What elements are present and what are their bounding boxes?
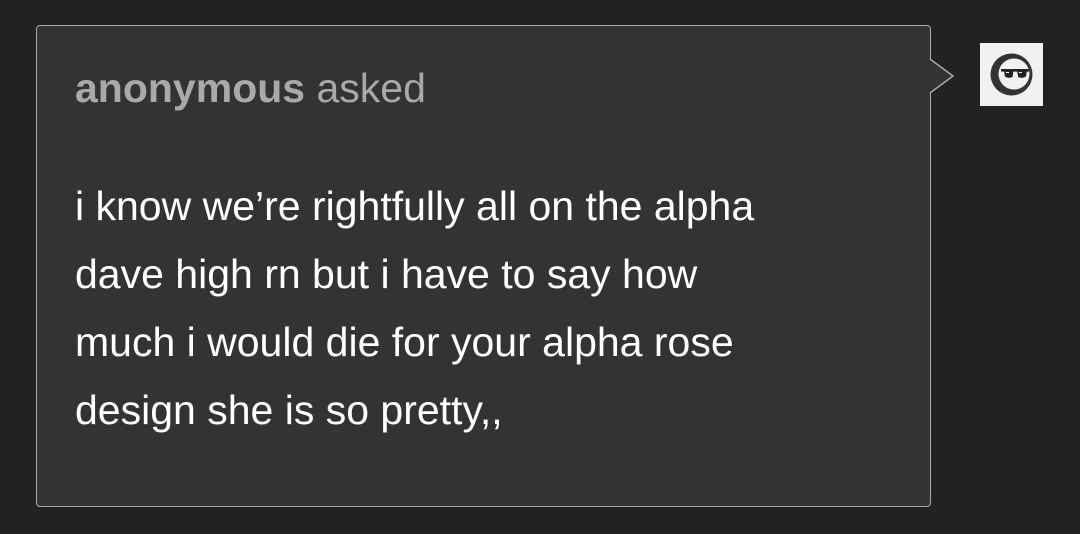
question-line: i know we’re rightfully all on the alpha xyxy=(75,183,755,229)
question-line: dave high rn but i have to say how xyxy=(75,251,698,297)
question-line: design she is so pretty,, xyxy=(75,387,503,433)
bubble-pointer-arrow xyxy=(929,59,955,93)
question-line: much i would die for your alpha rose xyxy=(75,319,734,365)
ask-post: anonymous asked i know we’re rightfully … xyxy=(0,0,1080,534)
anonymous-sunglasses-avatar-icon xyxy=(980,43,1043,106)
asked-label: asked xyxy=(316,65,426,111)
asker-name[interactable]: anonymous xyxy=(75,65,305,111)
ask-header: anonymous asked xyxy=(75,64,426,112)
ask-bubble: anonymous asked i know we’re rightfully … xyxy=(36,25,931,507)
avatar[interactable] xyxy=(980,43,1043,106)
ask-question-text: i know we’re rightfully all on the alpha… xyxy=(75,172,895,444)
